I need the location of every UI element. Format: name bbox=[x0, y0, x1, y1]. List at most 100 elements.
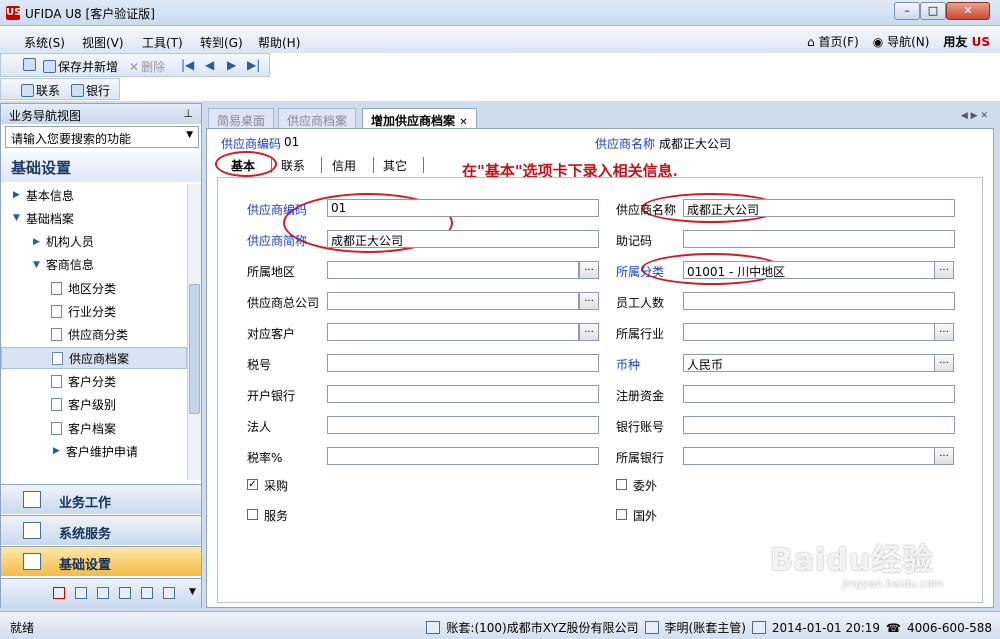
tree-item[interactable]: ▼ 基础档案 bbox=[1, 207, 187, 229]
scroll-thumb[interactable] bbox=[189, 284, 200, 414]
field-input[interactable] bbox=[683, 292, 955, 310]
next-record-button[interactable]: ▶ bbox=[227, 58, 236, 72]
checkbox[interactable] bbox=[616, 509, 627, 520]
reference-button[interactable]: ... bbox=[934, 323, 954, 341]
nav-business-button[interactable]: 业务工作 bbox=[1, 484, 201, 514]
field-input[interactable] bbox=[327, 323, 579, 341]
field-input[interactable]: 成都正大公司 bbox=[327, 230, 599, 248]
field-input[interactable] bbox=[327, 416, 599, 434]
save-icon-button[interactable] bbox=[23, 58, 36, 71]
edit-icon[interactable] bbox=[75, 587, 87, 599]
navigate-link[interactable]: ◉ 导航(N) bbox=[873, 33, 930, 50]
contact-icon bbox=[21, 84, 34, 97]
pin-icon[interactable]: ⊥ bbox=[183, 107, 193, 120]
tab-add-supplier[interactable]: 增加供应商档案 ✕ bbox=[362, 108, 477, 128]
menu-help[interactable]: 帮助(H) bbox=[258, 34, 300, 51]
subtab-credit[interactable]: 信用 bbox=[324, 156, 364, 175]
tree-item[interactable]: 客户分类 bbox=[1, 370, 187, 392]
tree-item[interactable]: 客户档案 bbox=[1, 417, 187, 439]
dropdown-arrow-icon[interactable]: ▼ bbox=[186, 130, 193, 140]
subtab-contact[interactable]: 联系 bbox=[273, 156, 313, 175]
grid-icon[interactable] bbox=[97, 587, 109, 599]
list-icon[interactable] bbox=[163, 587, 175, 599]
tab-scroll-icons[interactable]: ◀ ▶ ✕ bbox=[961, 111, 988, 121]
bank-button[interactable]: 银行 bbox=[71, 82, 110, 99]
document-icon bbox=[51, 305, 62, 318]
close-button[interactable]: ✕ bbox=[946, 2, 990, 20]
menu-tools[interactable]: 工具(T) bbox=[142, 34, 183, 51]
window-title: UFIDA U8 [客户验证版] bbox=[25, 7, 155, 21]
field-input[interactable]: 人民币 bbox=[683, 354, 935, 372]
tree-icon[interactable] bbox=[119, 587, 131, 599]
subtab-other[interactable]: 其它 bbox=[375, 156, 415, 175]
field-input[interactable] bbox=[683, 447, 935, 465]
reference-button[interactable]: ... bbox=[934, 261, 954, 279]
reference-button[interactable]: ... bbox=[579, 292, 599, 310]
tree-item-label: 机构人员 bbox=[45, 235, 94, 250]
home-link[interactable]: ⌂ 首页(F) bbox=[807, 33, 859, 50]
tree-item[interactable]: ▶ 机构人员 bbox=[1, 231, 187, 253]
tree-scrollbar[interactable] bbox=[187, 184, 201, 480]
collapsed-arrow-icon[interactable]: ▶ bbox=[33, 237, 40, 247]
maximize-button[interactable]: □ bbox=[920, 2, 946, 20]
tree-item[interactable]: ▼ 客商信息 bbox=[1, 254, 187, 276]
field-input[interactable] bbox=[327, 385, 599, 403]
tab-supplier-archive[interactable]: 供应商档案 bbox=[278, 108, 357, 128]
nav-system-button[interactable]: 系统服务 bbox=[1, 515, 201, 545]
status-phone: 4006-600-588 bbox=[906, 620, 992, 635]
delete-button[interactable]: ✕ 删除 bbox=[129, 58, 165, 75]
header-code-label: 供应商编码 bbox=[221, 137, 282, 151]
field-input[interactable] bbox=[683, 230, 955, 248]
last-record-button[interactable]: ▶| bbox=[247, 58, 260, 72]
contact-button[interactable]: 联系 bbox=[21, 82, 60, 99]
tree-item[interactable]: ▶ 基本信息 bbox=[1, 184, 187, 206]
reference-button[interactable]: ... bbox=[934, 447, 954, 465]
nav-base-settings-button[interactable]: 基础设置 bbox=[1, 546, 201, 576]
tree-item[interactable]: 客户级别 bbox=[1, 394, 187, 416]
first-record-button[interactable]: |◀ bbox=[181, 58, 194, 72]
field-input[interactable] bbox=[683, 323, 935, 341]
tree-item[interactable]: 地区分类 bbox=[1, 277, 187, 299]
menu-goto[interactable]: 转到(G) bbox=[200, 34, 243, 51]
menu-view[interactable]: 视图(V) bbox=[82, 34, 124, 51]
field-input[interactable] bbox=[683, 385, 955, 403]
more-arrow-icon[interactable]: ▼ bbox=[189, 587, 196, 597]
tab-close-icon[interactable]: ✕ bbox=[459, 117, 467, 128]
save-new-button[interactable]: 保存并新增 bbox=[43, 58, 118, 75]
minimize-button[interactable]: – bbox=[894, 2, 920, 20]
field-input[interactable] bbox=[327, 261, 579, 279]
collapsed-arrow-icon[interactable]: ▶ bbox=[13, 190, 20, 200]
field-input[interactable]: 01001 - 川中地区 bbox=[683, 261, 935, 279]
collapsed-arrow-icon[interactable]: ▶ bbox=[53, 446, 60, 456]
tree-item[interactable]: 行业分类 bbox=[1, 301, 187, 323]
prev-record-button[interactable]: ◀ bbox=[205, 58, 214, 72]
reference-button[interactable]: ... bbox=[934, 354, 954, 372]
reference-button[interactable]: ... bbox=[579, 261, 599, 279]
header-name-value: 成都正大公司 bbox=[659, 137, 732, 151]
menu-system[interactable]: 系统(S) bbox=[24, 34, 65, 51]
stop-icon[interactable] bbox=[53, 587, 65, 599]
field-input[interactable] bbox=[327, 354, 599, 372]
field-label: 银行账号 bbox=[616, 420, 665, 434]
checkbox[interactable] bbox=[616, 479, 627, 490]
checkbox[interactable] bbox=[247, 509, 258, 520]
tree-item[interactable]: ▶ 客户维护申请 bbox=[1, 440, 187, 462]
expanded-arrow-icon[interactable]: ▼ bbox=[13, 213, 20, 223]
field-input[interactable]: 成都正大公司 bbox=[683, 199, 955, 217]
field-input[interactable] bbox=[327, 292, 579, 310]
expanded-arrow-icon[interactable]: ▼ bbox=[33, 260, 40, 270]
document-icon bbox=[51, 374, 62, 388]
tree-item-label: 客户档案 bbox=[68, 421, 117, 436]
field-label: 供应商名称 bbox=[616, 203, 677, 217]
checkbox[interactable]: ✓ bbox=[247, 479, 258, 490]
nav-search-input[interactable]: 请输入您要搜索的功能 ▼ bbox=[5, 126, 199, 148]
field-input[interactable] bbox=[327, 447, 599, 465]
tree-item[interactable]: 供应商分类 bbox=[1, 324, 187, 346]
tab-desktop[interactable]: 简易桌面 bbox=[208, 108, 275, 128]
field-input[interactable] bbox=[683, 416, 955, 434]
tree-item[interactable]: 供应商档案 bbox=[1, 347, 187, 370]
tab-strip: 简易桌面 供应商档案 增加供应商档案 ✕ ◀ ▶ ✕ bbox=[206, 106, 996, 128]
copy-icon[interactable] bbox=[141, 587, 153, 599]
reference-button[interactable]: ... bbox=[579, 323, 599, 341]
field-input[interactable]: 01 bbox=[327, 199, 599, 217]
